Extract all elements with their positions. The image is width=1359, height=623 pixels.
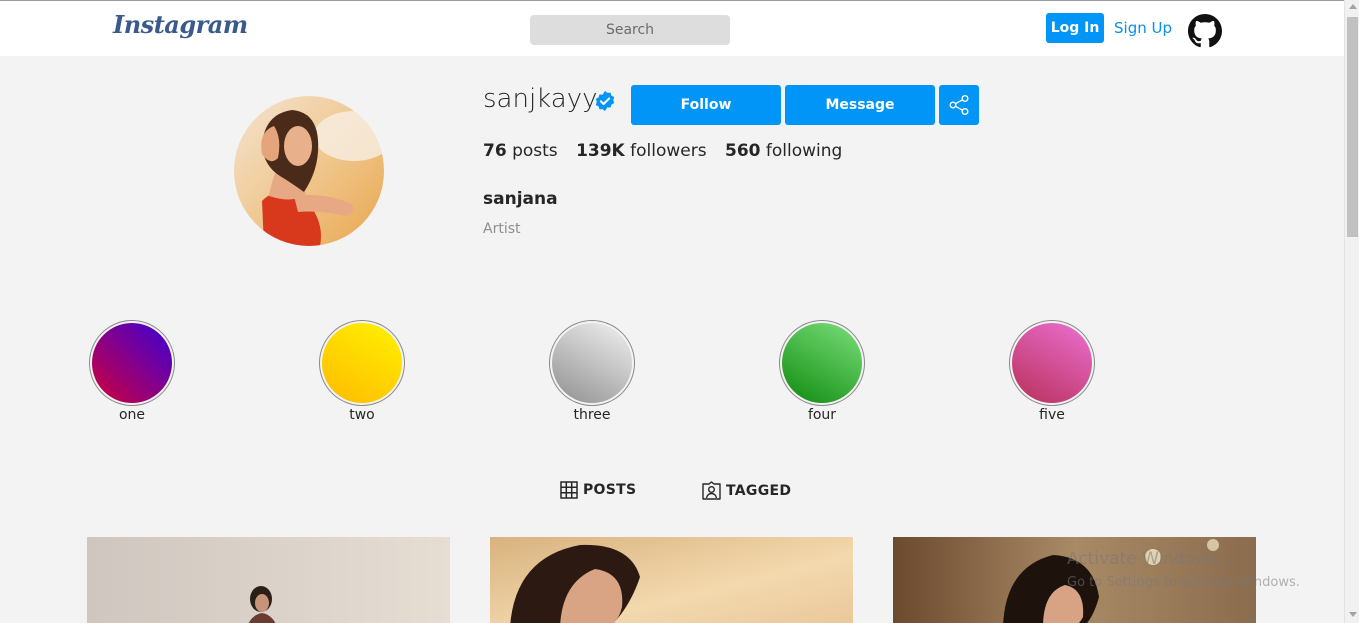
highlight-ring[interactable]	[779, 320, 865, 406]
following-stat[interactable]: 560 following	[725, 141, 842, 161]
profile-username: sanjkayy	[483, 84, 598, 114]
highlight-cover	[1012, 323, 1092, 403]
instagram-logo[interactable]: Instagram	[113, 10, 248, 39]
follow-button[interactable]: Follow	[631, 85, 781, 125]
highlight-label: three	[573, 407, 611, 423]
scroll-up-arrow-icon[interactable]	[1349, 4, 1357, 9]
story-highlight-one[interactable]: one	[89, 320, 175, 423]
tab-posts-label: POSTS	[583, 482, 637, 498]
github-icon[interactable]	[1188, 14, 1222, 48]
share-icon	[949, 95, 969, 115]
profile-avatar[interactable]	[234, 96, 384, 246]
highlight-cover	[552, 323, 632, 403]
followers-stat[interactable]: 139K followers	[576, 141, 707, 161]
following-label: following	[765, 141, 843, 161]
profile-stats: 76 posts 139K followers 560 following	[483, 141, 855, 161]
highlight-cover	[322, 323, 402, 403]
profile-bio: Artist	[483, 221, 521, 237]
highlight-ring[interactable]	[1009, 320, 1095, 406]
story-highlight-three[interactable]: three	[549, 320, 635, 423]
signup-link[interactable]: Sign Up	[1114, 19, 1172, 37]
highlight-label: four	[807, 407, 837, 423]
post-thumbnail[interactable]	[87, 537, 450, 623]
activate-windows-watermark: Activate Windows	[1067, 549, 1218, 569]
highlight-cover	[782, 323, 862, 403]
tagged-person-icon	[702, 481, 721, 500]
highlight-ring[interactable]	[549, 320, 635, 406]
verified-badge-icon	[595, 90, 615, 112]
posts-label: posts	[512, 141, 558, 161]
followers-count: 139K	[576, 141, 625, 161]
highlight-ring[interactable]	[89, 320, 175, 406]
tab-posts[interactable]: POSTS	[560, 481, 636, 499]
top-navbar: Instagram Log In Sign Up	[0, 0, 1344, 56]
message-button[interactable]: Message	[785, 85, 935, 125]
highlight-cover	[92, 323, 172, 403]
grid-icon	[560, 481, 578, 499]
search-input[interactable]	[530, 15, 730, 45]
posts-count: 76	[483, 141, 507, 161]
post-thumbnail[interactable]	[490, 537, 853, 623]
tab-tagged-label: TAGGED	[726, 482, 792, 499]
highlight-ring[interactable]	[319, 320, 405, 406]
highlight-label: five	[1039, 407, 1065, 423]
share-button[interactable]	[939, 85, 979, 125]
posts-stat[interactable]: 76 posts	[483, 141, 558, 161]
activate-windows-subtitle: Go to Settings to activate Windows.	[1067, 575, 1300, 590]
story-highlight-four[interactable]: four	[779, 320, 865, 423]
tab-tagged[interactable]: TAGGED	[702, 481, 791, 500]
story-highlight-five[interactable]: five	[1009, 320, 1095, 423]
highlight-label: one	[118, 407, 146, 423]
login-button[interactable]: Log In	[1046, 13, 1104, 43]
highlight-label: two	[349, 407, 375, 423]
profile-full-name: sanjana	[483, 189, 558, 209]
followers-label: followers	[630, 141, 707, 161]
scroll-thumb[interactable]	[1347, 17, 1358, 237]
following-count: 560	[725, 141, 761, 161]
story-highlight-two[interactable]: two	[319, 320, 405, 423]
scroll-down-arrow-icon[interactable]	[1349, 612, 1357, 617]
page-scrollbar[interactable]	[1344, 0, 1359, 623]
